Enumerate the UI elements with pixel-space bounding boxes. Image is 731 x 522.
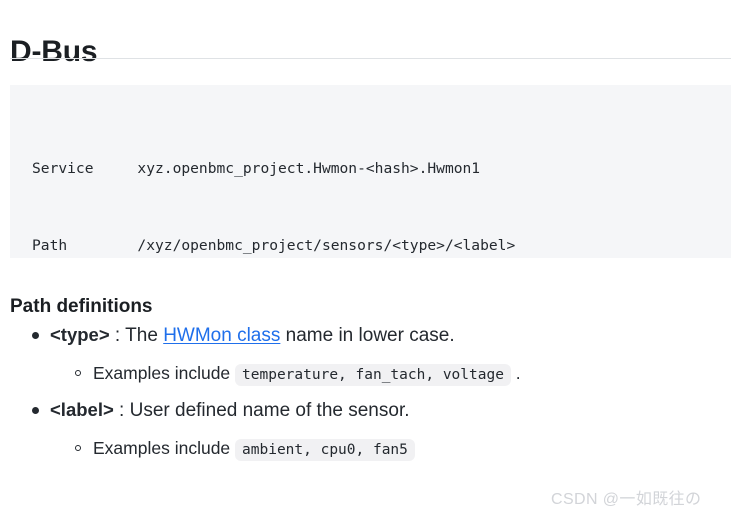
list-item: Examples include ambient, cpu0, fan5 [75,436,731,462]
sub-bullet-icon [75,445,81,451]
inline-code-type-examples: temperature, fan_tach, voltage [235,364,511,386]
definition-list: <type> : The HWMon class name in lower c… [0,322,731,462]
sub-bullet-icon [75,370,81,376]
inline-code-label-examples: ambient, cpu0, fan5 [235,439,415,461]
definition-text-after-link: name in lower case. [280,325,455,346]
path-definitions-list: <type> : The HWMon class name in lower c… [0,322,731,472]
csdn-watermark: CSDN @一如既往の [551,491,702,508]
list-item: <label> : User defined name of the senso… [32,397,731,462]
bullet-icon [32,332,39,339]
examples-prefix: Examples include [93,363,236,383]
dbus-code-block: Service xyz.openbmc_project.Hwmon-<hash>… [10,85,731,258]
definition-text-before-link: User defined name of the sensor. [129,400,410,421]
list-item: Examples include temperature, fan_tach, … [75,361,731,387]
examples-suffix: . [510,363,521,383]
section-heading-path-definitions: Path definitions [10,295,153,317]
list-item: <type> : The HWMon class name in lower c… [32,322,731,387]
definition-term: <label> [50,399,114,420]
examples-prefix: Examples include [93,438,236,458]
code-line-path: Path /xyz/openbmc_project/sensors/<type>… [32,236,516,254]
title-divider [10,58,731,59]
hwmon-class-link[interactable]: HWMon class [163,325,280,346]
examples-sublist: Examples include ambient, cpu0, fan5 [50,436,731,462]
examples-sublist: Examples include temperature, fan_tach, … [50,361,731,387]
definition-separator: : [109,325,126,346]
definition-separator: : [113,400,130,421]
document-page: D-Bus Service xyz.openbmc_project.Hwmon-… [0,0,731,522]
page-title: D-Bus [10,35,98,69]
definition-term: <type> [50,324,110,345]
definition-text-before-link: The [125,325,164,346]
code-line-service: Service xyz.openbmc_project.Hwmon-<hash>… [32,160,481,177]
bullet-icon [32,407,39,414]
